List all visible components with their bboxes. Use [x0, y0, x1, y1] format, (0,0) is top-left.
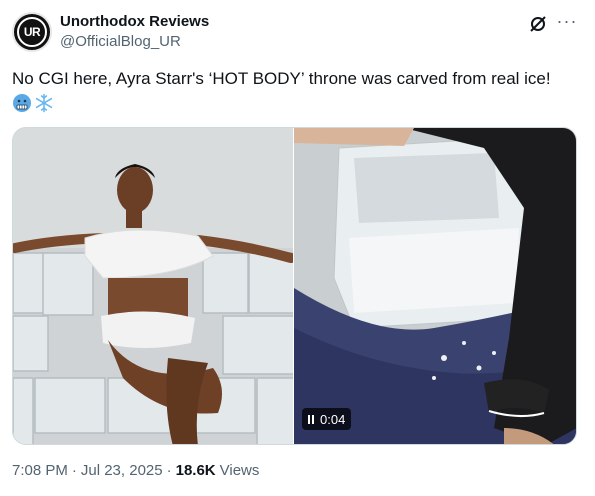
video-ice-carving[interactable]: 0:04 [294, 128, 576, 444]
tweet-date[interactable]: Jul 23, 2025 [81, 462, 163, 479]
video-duration: 0:04 [320, 411, 346, 427]
avatar-logo: UR [17, 17, 47, 47]
author-handle[interactable]: @OfficialBlog_UR [60, 33, 181, 50]
tweet-emojis [12, 93, 54, 115]
tweet-meta: 7:08 PM · Jul 23, 2025 · 18.6K Views [12, 462, 259, 479]
meta-separator: · [166, 462, 172, 479]
tweet-card: UR Unorthodox Reviews @OfficialBlog_UR ·… [0, 0, 595, 496]
tweet-text: No CGI here, Ayra Starr's ‘HOT BODY’ thr… [12, 69, 551, 88]
avatar[interactable]: UR [12, 12, 52, 52]
pause-icon [308, 414, 314, 424]
video-duration-badge[interactable]: 0:04 [302, 408, 352, 430]
more-options-icon[interactable]: ··· [556, 12, 578, 34]
tweet-time[interactable]: 7:08 PM [12, 462, 68, 479]
cold-face-emoji [13, 94, 31, 112]
grok-icon[interactable] [528, 14, 548, 34]
views-label: Views [219, 462, 260, 479]
meta-separator: · [71, 462, 77, 479]
views-count: 18.6K [175, 462, 216, 479]
photo-ice-throne[interactable] [13, 128, 293, 444]
snowflake-emoji [35, 93, 53, 113]
media-grid[interactable]: 0:04 [12, 127, 577, 445]
author-display-name[interactable]: Unorthodox Reviews [60, 13, 209, 30]
